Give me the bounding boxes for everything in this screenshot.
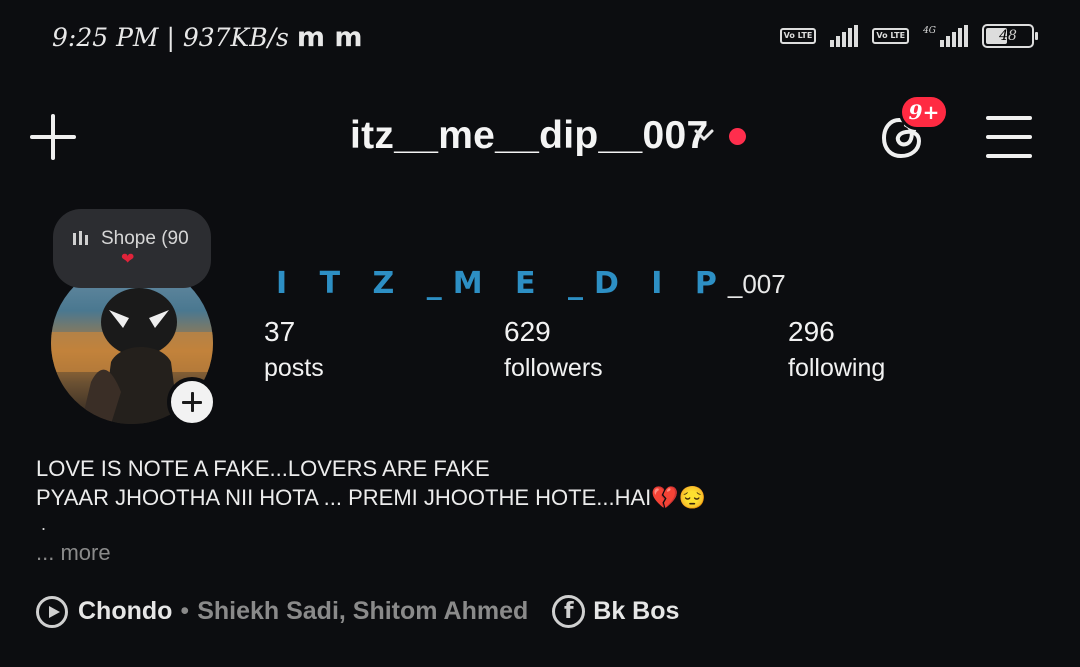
notification-icons: m m <box>296 22 363 53</box>
song-title[interactable]: Chondo <box>78 597 172 626</box>
bio-line: PYAAR JHOOTHA NII HOTA ... PREMI JHOOTHE… <box>36 485 707 510</box>
volte-icon-2: Vo LTE <box>872 28 910 44</box>
stat-label: followers <box>504 354 603 382</box>
notification-badge[interactable]: 9+ <box>899 94 949 130</box>
battery-level: 48 <box>999 28 1017 44</box>
status-bar-indicators: Vo LTE Vo LTE 4G 48 <box>779 24 1038 48</box>
volte-icon: Vo LTE <box>779 28 817 44</box>
add-story-button[interactable] <box>167 377 217 427</box>
bio-more-link[interactable]: ... more <box>36 540 111 566</box>
status-bar-time: 9:25 PM | 937KB/s m m <box>52 22 363 53</box>
bio-line: LOVE IS NOTE A FAKE...LOVERS ARE FAKE <box>36 456 490 481</box>
separator: • <box>180 597 190 625</box>
facebook-link[interactable]: Bk Bos <box>593 597 679 626</box>
network-type: 4G <box>923 26 936 36</box>
stat-following[interactable]: 296 following <box>788 316 885 383</box>
stat-posts[interactable]: 37 posts <box>264 316 324 383</box>
stat-value: 629 <box>504 316 551 347</box>
display-name: I T Z _M E _D I P_007 <box>276 266 786 301</box>
plus-icon[interactable] <box>30 114 76 160</box>
stat-value: 37 <box>264 316 296 347</box>
music-equalizer-icon <box>73 231 88 245</box>
play-icon[interactable] <box>36 595 68 628</box>
chevron-down-icon[interactable] <box>693 124 715 146</box>
stat-label: following <box>788 354 886 382</box>
song-artists[interactable]: Shiekh Sadi, Shitom Ahmed <box>197 597 528 626</box>
stat-label: posts <box>264 354 324 382</box>
bio-dot: . <box>41 514 47 534</box>
time-text: 9:25 PM | 937KB/s <box>52 23 289 52</box>
note-text: Shope (90 <box>101 228 189 249</box>
signal-icon <box>830 25 859 47</box>
heart-icon: ❤ <box>121 251 135 268</box>
account-username[interactable]: itz__me__dip__007 <box>350 114 708 158</box>
bio: LOVE IS NOTE A FAKE...LOVERS ARE FAKE PY… <box>36 454 706 512</box>
note-bubble[interactable]: Shope (90 ❤ <box>53 209 211 288</box>
facebook-icon[interactable]: f <box>552 595 586 628</box>
profile-links-row: Chondo • Shiekh Sadi, Shitom Ahmed f Bk … <box>36 595 679 628</box>
stat-followers[interactable]: 629 followers <box>504 316 603 383</box>
unread-dot <box>729 128 746 145</box>
display-name-tail: _007 <box>727 269 786 299</box>
stat-value: 296 <box>788 316 835 347</box>
display-name-styled: I T Z _M E _D I P <box>276 266 728 301</box>
hamburger-menu-icon[interactable] <box>986 116 1032 158</box>
battery-icon: 48 <box>982 24 1038 48</box>
signal-icon-2 <box>940 25 968 47</box>
